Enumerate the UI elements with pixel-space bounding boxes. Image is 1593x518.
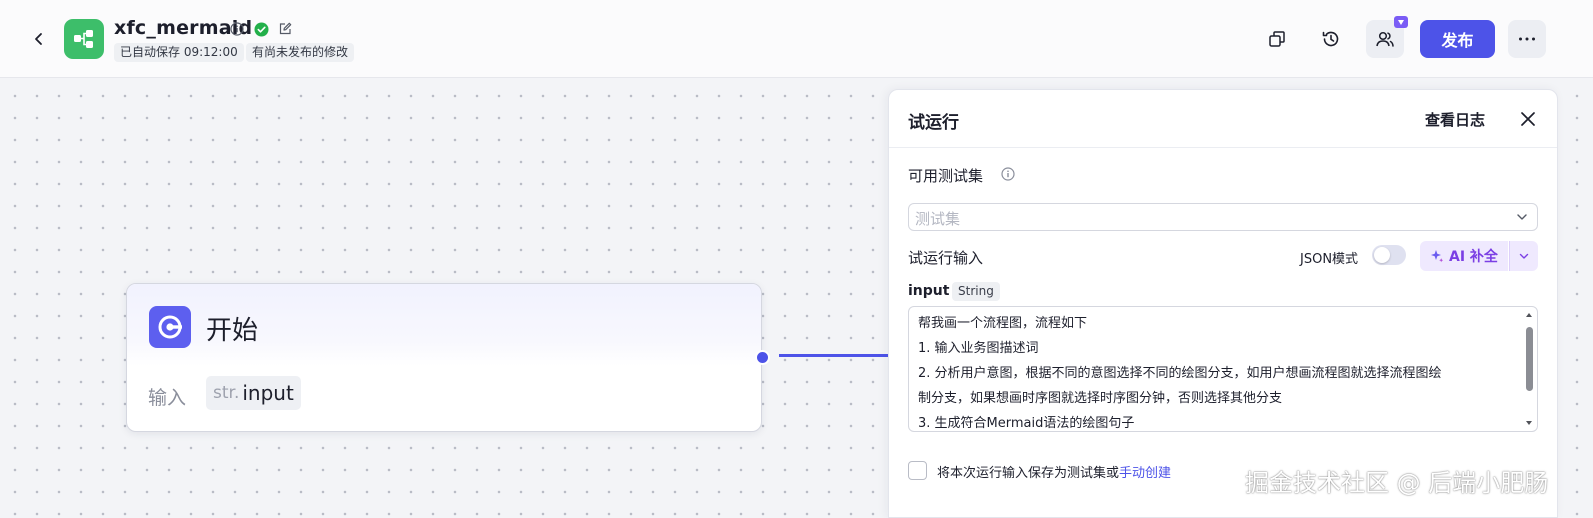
input-textarea[interactable]: 帮我画一个流程图，流程如下 1. 输入业务图描述词 2. 分析用户意图，根据不同… (908, 306, 1538, 432)
json-mode-label: JSON模式 (1300, 252, 1359, 267)
textarea-line: 制分支，如果想画时序图就选择时序图分钟，否则选择其他分支 (918, 391, 1283, 406)
close-icon[interactable] (1517, 108, 1539, 130)
view-log-button[interactable]: 查看日志 (1425, 109, 1485, 130)
ai-complete-label: AI 补全 (1449, 249, 1498, 265)
variable-type-badge: String (952, 282, 1000, 301)
scroll-down-icon[interactable] (1525, 419, 1533, 427)
scroll-up-icon[interactable] (1525, 311, 1533, 319)
manual-create-link[interactable]: 手动创建 (1119, 466, 1171, 481)
chevron-down-icon (1519, 253, 1529, 259)
variable-name: input (908, 283, 950, 299)
copy-icon[interactable] (1258, 20, 1296, 58)
start-node-input-label: 输入 (148, 387, 187, 409)
scrollbar-thumb[interactable] (1526, 327, 1533, 391)
info-icon[interactable] (228, 20, 246, 38)
start-node-title: 开始 (206, 316, 259, 346)
testset-placeholder: 测试集 (915, 210, 961, 228)
testset-label: 可用测试集 (908, 167, 984, 185)
connection-edge[interactable] (779, 354, 891, 357)
panel-header: 试运行 查看日志 (889, 90, 1557, 148)
app-logo-icon (64, 19, 104, 59)
save-as-testset-text: 将本次运行输入保存为测试集或 (937, 466, 1120, 481)
ai-complete-dropdown[interactable] (1509, 241, 1538, 271)
input-variable-chip: str. input (206, 376, 301, 410)
input-variable-name: input (242, 381, 294, 405)
start-icon (149, 306, 191, 348)
textarea-line: 3. 生成符合Mermaid语法的绘图句子 (918, 416, 1135, 431)
history-icon[interactable] (1312, 20, 1350, 58)
textarea-line: 2. 分析用户意图，根据不同的意图选择不同的绘图分支，如用户想画流程图就选择流程… (918, 366, 1442, 381)
chevron-down-icon (1515, 210, 1529, 224)
top-bar: xfc_mermaid 已自动保存 09:12:00 有尚未发布的修改 发布 (0, 0, 1593, 78)
textarea-line: 1. 输入业务图描述词 (918, 341, 1039, 356)
diamond-badge-icon (1394, 16, 1408, 28)
edit-icon[interactable] (276, 20, 294, 38)
testset-select[interactable]: 测试集 (908, 203, 1538, 231)
autosave-tag: 已自动保存 09:12:00 (114, 43, 244, 62)
start-node[interactable]: 开始 输入 str. input (126, 283, 762, 432)
test-run-panel: 试运行 查看日志 可用测试集 测试集 试运行输入 JSON模式 AI 补全 in… (888, 89, 1558, 518)
title-icons (228, 20, 294, 38)
sparkle-icon (1430, 249, 1444, 263)
textarea-scrollbar[interactable] (1523, 309, 1535, 429)
publish-button[interactable]: 发布 (1420, 20, 1495, 58)
panel-title: 试运行 (908, 113, 959, 133)
published-check-icon (252, 20, 270, 38)
back-icon[interactable] (26, 26, 52, 52)
info-icon[interactable] (1000, 166, 1016, 182)
collaborator-icon[interactable] (1366, 16, 1408, 58)
output-port[interactable] (755, 350, 770, 365)
more-icon[interactable] (1508, 20, 1546, 58)
save-as-testset-checkbox[interactable] (908, 461, 927, 480)
textarea-line: 帮我画一个流程图，流程如下 (918, 316, 1088, 331)
save-as-testset-label: 将本次运行输入保存为测试集或手动创建 (937, 462, 1171, 481)
ai-complete-button[interactable]: AI 补全 (1420, 241, 1508, 271)
unpublished-tag: 有尚未发布的修改 (246, 43, 355, 62)
watermark: 掘金技术社区 @ 后端小肥肠 (1245, 469, 1549, 497)
input-variable-type: str. (213, 383, 240, 403)
run-input-label: 试运行输入 (908, 249, 984, 267)
json-mode-toggle[interactable] (1372, 245, 1406, 265)
